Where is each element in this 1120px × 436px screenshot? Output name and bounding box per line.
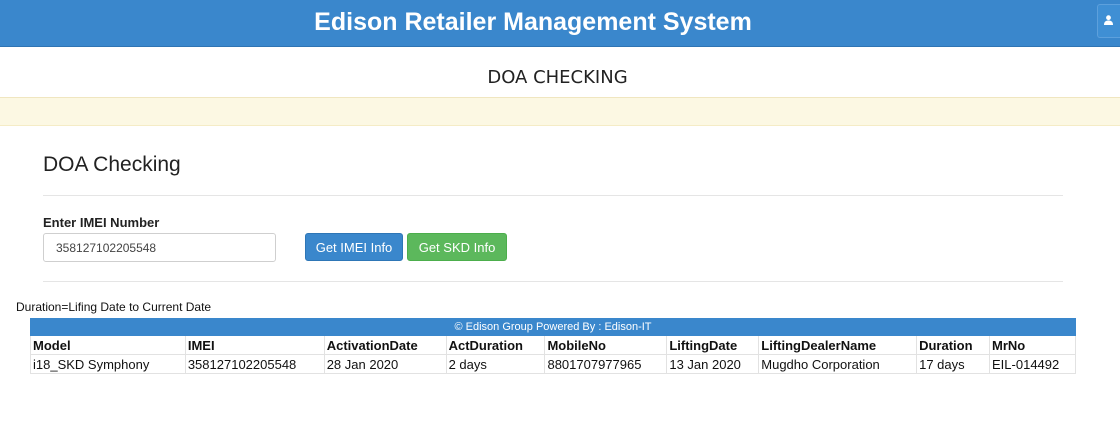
user-menu-button[interactable] <box>1097 4 1120 38</box>
panel-title: DOA Checking <box>43 153 181 176</box>
table-row: i18_SKD Symphony 358127102205548 28 Jan … <box>30 354 1076 374</box>
divider <box>43 281 1063 282</box>
column-header: ActivationDate <box>323 335 447 355</box>
result-table: © Edison Group Powered By : Edison-IT Mo… <box>30 318 1076 374</box>
imei-input[interactable] <box>43 233 276 262</box>
table-cell: 8801707977965 <box>544 354 668 374</box>
column-header: LiftingDealerName <box>758 335 918 355</box>
user-icon <box>1104 15 1113 25</box>
table-cell: EIL-014492 <box>989 354 1076 374</box>
table-cell: 13 Jan 2020 <box>666 354 760 374</box>
table-cell: i18_SKD Symphony <box>30 354 186 374</box>
column-header: ActDuration <box>445 335 546 355</box>
table-cell: 17 days <box>916 354 991 374</box>
table-header-row: Model IMEI ActivationDate ActDuration Mo… <box>30 335 1076 355</box>
page-header: DOA CHECKING <box>0 47 1120 98</box>
alert-bar <box>0 98 1120 126</box>
column-header: MobileNo <box>544 335 668 355</box>
divider <box>43 195 1063 196</box>
duration-note: Duration=Lifing Date to Current Date <box>16 300 212 314</box>
app-title: Edison Retailer Management System <box>314 8 752 36</box>
get-imei-info-button[interactable]: Get IMEI Info <box>305 233 403 261</box>
column-header: IMEI <box>184 335 325 355</box>
column-header: LiftingDate <box>666 335 760 355</box>
table-cell: 358127102205548 <box>184 354 325 374</box>
table-caption: © Edison Group Powered By : Edison-IT <box>30 318 1076 336</box>
top-navbar: Edison Retailer Management System <box>0 0 1120 47</box>
column-header: MrNo <box>989 335 1076 355</box>
column-header: Model <box>30 335 186 355</box>
table-cell: 28 Jan 2020 <box>323 354 447 374</box>
table-cell: Mugdho Corporation <box>758 354 918 374</box>
column-header: Duration <box>916 335 991 355</box>
table-cell: 2 days <box>445 354 546 374</box>
imei-label: Enter IMEI Number <box>43 215 160 230</box>
page-title: DOA CHECKING <box>487 67 628 88</box>
get-skd-info-button[interactable]: Get SKD Info <box>407 233 507 261</box>
table-caption-row: © Edison Group Powered By : Edison-IT <box>30 318 1076 336</box>
